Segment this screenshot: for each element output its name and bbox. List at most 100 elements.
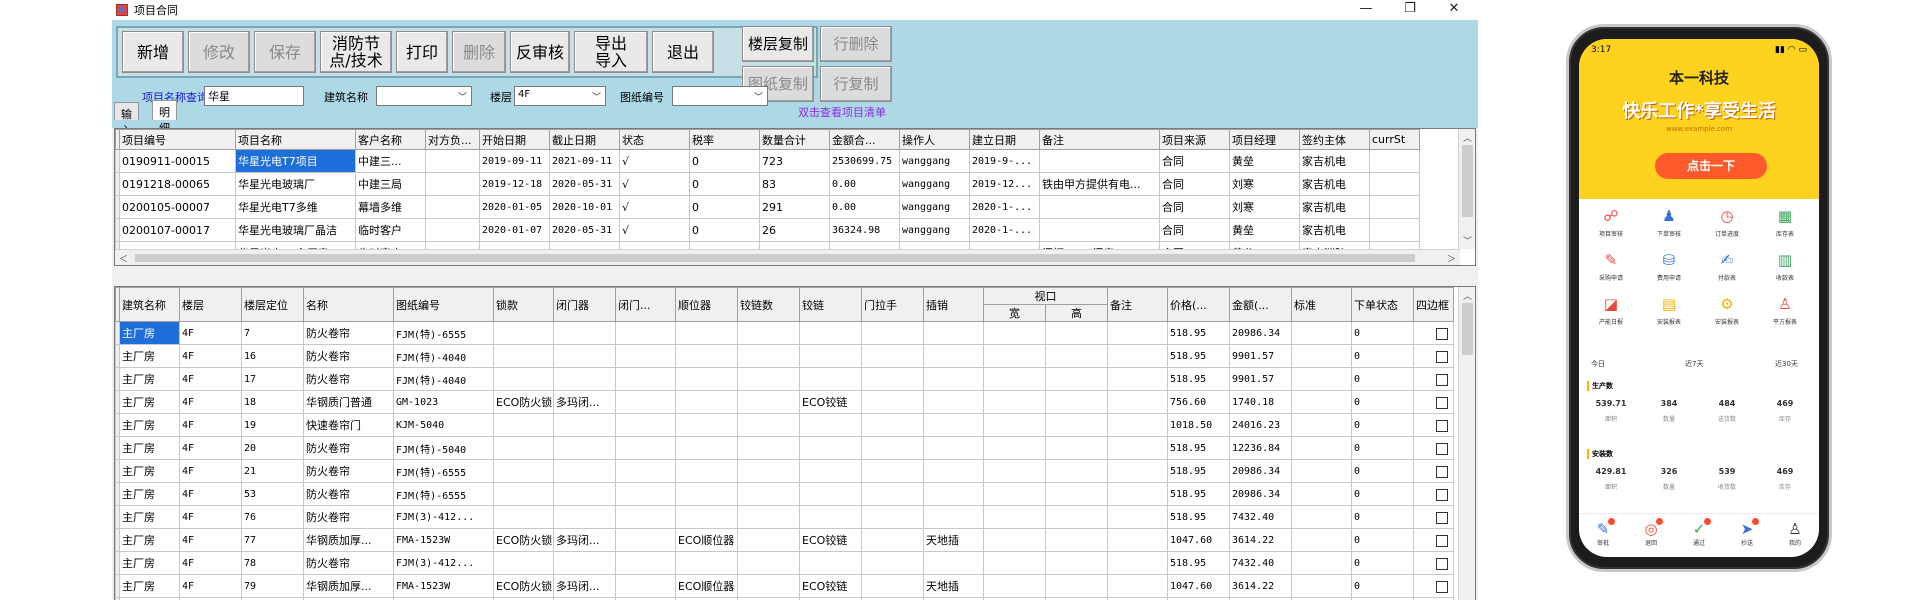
table-cell[interactable]: 家吉机电 [1299,172,1370,196]
column-header[interactable]: 锁款 [493,287,554,322]
table-cell[interactable]: 幕墙多维 [355,195,426,219]
table-cell[interactable] [615,367,676,391]
table-cell[interactable] [425,218,480,242]
table-cell[interactable] [861,505,924,529]
column-header[interactable]: 数量合计 [759,129,830,150]
table-cell[interactable] [1369,172,1420,196]
table-cell[interactable] [615,505,676,529]
table-cell[interactable] [615,413,676,437]
table-cell[interactable]: 家吉机电 [1299,195,1370,219]
table-cell[interactable]: 0 [1351,390,1414,414]
table-cell[interactable]: 黄垒 [1229,218,1300,242]
table-cell[interactable] [737,505,800,529]
table-cell[interactable]: 防火卷帘 [303,551,394,575]
table-cell[interactable]: 36324.98 [829,218,900,242]
table-cell[interactable]: 主厂房 [119,528,180,552]
table-row[interactable]: 主厂房 4F 18 华钢质门普通 GM-1023 ECO防火锁 多玛闭... ECO铰链 756… [115,390,1454,414]
table-cell[interactable]: 0 [689,218,760,242]
four-frame-cell[interactable] [1413,505,1454,529]
table-cell[interactable] [1045,436,1108,460]
column-header[interactable]: currSt [1369,129,1420,150]
table-row[interactable]: 主厂房 4F 21 防火卷帘 FJM(特)-6555 518.95 20986.34 0 [115,459,1454,483]
table-cell[interactable] [553,344,616,368]
table-cell[interactable] [553,367,616,391]
table-cell[interactable] [675,482,738,506]
table-cell[interactable] [615,390,676,414]
table-cell[interactable] [1045,367,1108,391]
four-frame-cell[interactable] [1413,528,1454,552]
table-cell[interactable]: 26 [759,218,830,242]
table-cell[interactable] [861,528,924,552]
column-header[interactable]: 操作人 [899,129,970,150]
table-cell[interactable] [737,344,800,368]
table-cell[interactable]: 0200107-00017 [119,218,236,242]
table-cell[interactable]: 中建三局 [355,172,426,196]
table-cell[interactable] [1369,149,1420,173]
table-cell[interactable]: 合同 [1159,149,1230,173]
table-cell[interactable] [425,195,480,219]
table-cell[interactable] [983,551,1046,575]
table-cell[interactable] [1291,344,1352,368]
table-cell[interactable] [553,321,616,345]
table-row[interactable]: 0200105-00007 华星光电T7多维 幕墙多维 2020-01-05 2020-… [115,195,1420,219]
table-cell[interactable] [799,413,862,437]
table-cell[interactable] [615,459,676,483]
table-cell[interactable] [799,367,862,391]
table-cell[interactable] [799,505,862,529]
column-header[interactable]: 项目经理 [1229,129,1300,150]
table-row[interactable]: 主厂房 4F 16 防火卷帘 FJM(特)-4040 518.95 9901.57 0 [115,344,1454,368]
table-cell[interactable] [983,482,1046,506]
table-cell[interactable]: ECO防火锁 [493,574,554,598]
table-cell[interactable] [553,459,616,483]
table-cell[interactable]: ECO防火锁 [493,528,554,552]
tabbar-item[interactable]: ✎ 审批 [1579,518,1627,547]
table-cell[interactable] [737,459,800,483]
table-cell[interactable]: 0 [689,195,760,219]
table-cell[interactable] [1291,390,1352,414]
table-cell[interactable]: 0 [689,172,760,196]
tabbar-item[interactable]: ➤ 抄送 [1723,518,1771,547]
table-cell[interactable]: 2020-1-... [969,218,1040,242]
floor-select[interactable]: 4F ﹀ [514,86,606,106]
column-header[interactable]: 对方负... [425,129,480,150]
table-cell[interactable] [493,505,554,529]
table-cell[interactable] [861,574,924,598]
exit-button[interactable]: 退出 [652,31,714,73]
table-cell[interactable]: FJM(特)-6555 [393,482,494,506]
table-cell[interactable] [1045,459,1108,483]
detail-grid-vscroll[interactable]: ︿ [1458,287,1475,600]
table-cell[interactable] [861,321,924,345]
column-header[interactable]: 项目编号 [119,129,236,150]
app-shortcut[interactable]: ⛁ 费用申请 [1641,251,1697,282]
table-cell[interactable]: 2020-05-31 [549,218,620,242]
table-cell[interactable]: 756.60 [1167,390,1230,414]
table-cell[interactable]: 华钢质加厚... [303,528,394,552]
table-cell[interactable]: 4F [179,321,242,345]
table-cell[interactable]: FJM(3)-412... [393,505,494,529]
table-cell[interactable]: 518.95 [1167,505,1230,529]
table-cell[interactable] [1039,195,1160,219]
table-cell[interactable]: 4F [179,367,242,391]
table-cell[interactable] [493,321,554,345]
table-cell[interactable]: wanggang [899,218,970,242]
table-cell[interactable]: 291 [759,195,830,219]
table-cell[interactable]: 主厂房 [119,436,180,460]
four-frame-checkbox[interactable] [1436,488,1448,501]
table-cell[interactable] [983,367,1046,391]
table-cell[interactable]: 华钢质加厚... [303,574,394,598]
table-cell[interactable] [1291,528,1352,552]
project-name-search-input[interactable] [204,86,304,106]
table-cell[interactable]: 1047.60 [1167,574,1230,598]
table-cell[interactable] [615,528,676,552]
table-cell[interactable] [1291,436,1352,460]
fire-node-tech-button[interactable]: 消防节 点/技术 [320,31,392,73]
table-cell[interactable] [983,413,1046,437]
tab-detail[interactable]: 明细 [152,100,177,135]
period-option[interactable]: 近30天 [1775,359,1798,369]
table-cell[interactable]: 0 [1351,505,1414,529]
table-cell[interactable] [1107,574,1168,598]
table-cell[interactable]: 79 [241,574,304,598]
table-cell[interactable]: 2020-05-31 [549,172,620,196]
minimize-button[interactable]: — [1344,0,1388,20]
table-cell[interactable]: 0 [689,149,760,173]
